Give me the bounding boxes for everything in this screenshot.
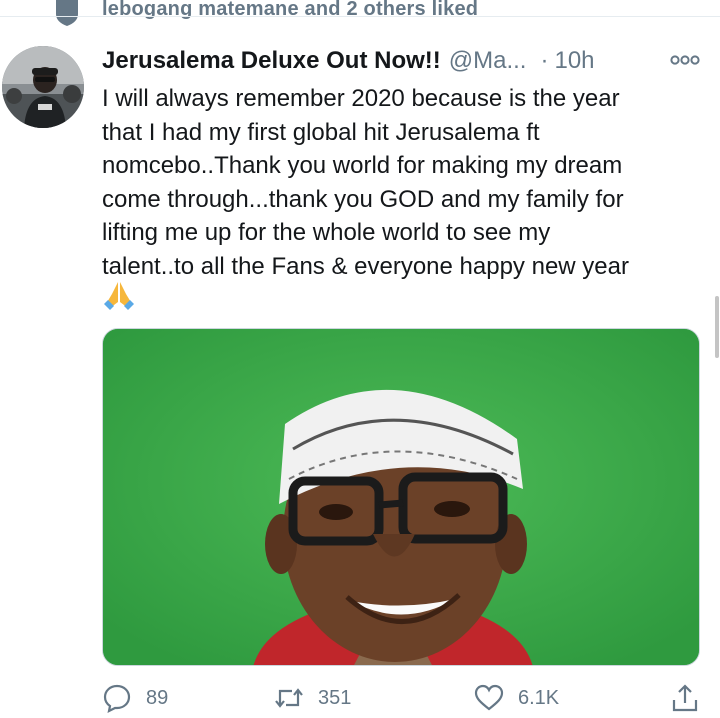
social-context-text: lebogang matemane and 2 others liked bbox=[102, 0, 479, 20]
like-heart-icon bbox=[474, 684, 504, 711]
retweet-icon bbox=[275, 688, 303, 708]
photo-portrait bbox=[103, 329, 699, 665]
retweet-button[interactable]: 351 bbox=[274, 680, 351, 716]
more-options-icon[interactable] bbox=[670, 52, 700, 68]
share-button[interactable] bbox=[670, 680, 700, 716]
reply-count: 89 bbox=[146, 686, 169, 709]
reply-icon bbox=[103, 684, 131, 713]
folded-hands-emoji bbox=[104, 282, 134, 310]
display-name[interactable]: Jerusalema Deluxe Out Now!! bbox=[102, 47, 441, 75]
share-icon bbox=[672, 684, 698, 712]
separator-dot: · bbox=[540, 47, 549, 74]
scrollbar[interactable] bbox=[715, 296, 719, 358]
tweet-actions: 89 351 6.1K bbox=[0, 680, 720, 718]
like-button[interactable]: 6.1K bbox=[474, 680, 559, 716]
timestamp[interactable]: 10h bbox=[554, 47, 594, 75]
reply-button[interactable]: 89 bbox=[102, 680, 168, 716]
user-handle[interactable]: @Ma... bbox=[449, 47, 527, 75]
tweet-photo[interactable] bbox=[102, 328, 700, 666]
tweet-header: Jerusalema Deluxe Out Now!! @Ma... · 10h bbox=[102, 44, 595, 78]
tweet-text: I will always remember 2020 because is t… bbox=[102, 85, 629, 280]
retweet-count: 351 bbox=[318, 686, 352, 709]
heart-icon bbox=[56, 0, 78, 26]
avatar[interactable] bbox=[2, 46, 84, 128]
divider bbox=[0, 16, 720, 17]
avatar-photo bbox=[2, 46, 84, 128]
like-count: 6.1K bbox=[518, 686, 560, 709]
social-context[interactable]: lebogang matemane and 2 others liked bbox=[0, 0, 720, 34]
